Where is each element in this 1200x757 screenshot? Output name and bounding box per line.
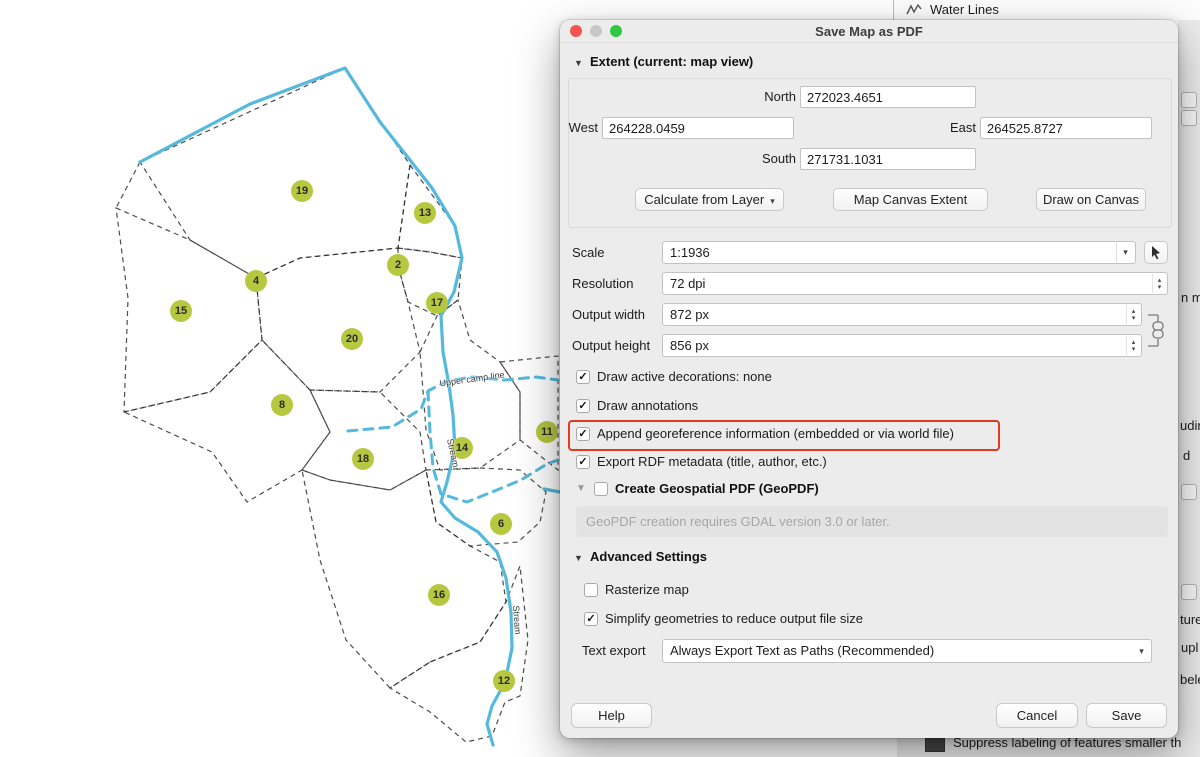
geopdf-collapse-triangle-icon[interactable]: ▼ xyxy=(576,483,586,494)
output-width-value: 872 px xyxy=(670,304,709,325)
map-stream-label: Stream xyxy=(511,605,523,635)
map-marker: 16 xyxy=(428,584,450,606)
collapse-triangle-icon[interactable]: ▼ xyxy=(574,553,583,563)
export-rdf-label: Export RDF metadata (title, author, etc.… xyxy=(597,454,827,469)
parcel-boundaries xyxy=(116,68,558,742)
screen: { "window": { "title": "Save Map as PDF"… xyxy=(0,0,1200,757)
help-button[interactable]: Help xyxy=(571,703,652,728)
output-width-spinner[interactable]: 872 px ▴▾ xyxy=(662,303,1142,326)
create-geopdf-checkbox[interactable] xyxy=(594,482,608,496)
append-georeference-checkbox[interactable]: ✓ xyxy=(576,427,590,441)
water-lines xyxy=(140,68,560,745)
west-input[interactable] xyxy=(602,117,794,139)
map-marker: 17 xyxy=(426,292,448,314)
set-scale-from-map-button[interactable] xyxy=(1144,241,1168,264)
advanced-settings-header[interactable]: Advanced Settings xyxy=(590,549,707,564)
draw-on-canvas-label: Draw on Canvas xyxy=(1043,192,1139,207)
panel-button-fragment xyxy=(1181,92,1197,108)
spinner-arrows[interactable]: ▴▾ xyxy=(1126,336,1140,355)
panel-button-fragment xyxy=(1181,110,1197,126)
simplify-geometries-checkbox[interactable]: ✓ xyxy=(584,612,598,626)
spin-up-icon[interactable]: ▴ xyxy=(1158,277,1162,284)
map-canvas-extent-label: Map Canvas Extent xyxy=(854,192,967,207)
map-cursor-icon xyxy=(1149,245,1163,260)
spinner-arrows[interactable]: ▴▾ xyxy=(1126,305,1140,324)
spin-down-icon[interactable]: ▾ xyxy=(1132,315,1136,322)
north-input[interactable] xyxy=(800,86,976,108)
scale-label: Scale xyxy=(572,242,605,264)
extent-header[interactable]: Extent (current: map view) xyxy=(590,54,753,69)
chevron-down-icon: ▾ xyxy=(770,196,775,206)
east-label: East xyxy=(944,117,976,139)
spin-down-icon[interactable]: ▾ xyxy=(1158,284,1162,291)
dialog-title: Save Map as PDF xyxy=(560,24,1178,39)
map-marker: 2 xyxy=(387,254,409,276)
resolution-value: 72 dpi xyxy=(670,273,705,294)
lock-aspect-ratio-icon[interactable] xyxy=(1146,309,1168,351)
cancel-button[interactable]: Cancel xyxy=(996,703,1078,728)
simplify-geometries-label: Simplify geometries to reduce output fil… xyxy=(605,611,863,626)
map-marker: 6 xyxy=(490,513,512,535)
text-export-value: Always Export Text as Paths (Recommended… xyxy=(670,640,934,662)
save-button[interactable]: Save xyxy=(1086,703,1167,728)
chevron-down-icon[interactable]: ▾ xyxy=(1116,243,1134,262)
spin-down-icon[interactable]: ▾ xyxy=(1132,346,1136,353)
resolution-spinner[interactable]: 72 dpi ▴▾ xyxy=(662,272,1168,295)
scale-value: 1:1936 xyxy=(670,242,710,263)
spin-up-icon[interactable]: ▴ xyxy=(1132,308,1136,315)
map-marker: 18 xyxy=(352,448,374,470)
spinner-arrows[interactable]: ▴▾ xyxy=(1152,274,1166,293)
chevron-down-icon: ▾ xyxy=(1133,641,1150,661)
help-label: Help xyxy=(598,708,625,723)
resolution-label: Resolution xyxy=(572,273,633,295)
map-marker: 13 xyxy=(414,202,436,224)
output-height-spinner[interactable]: 856 px ▴▾ xyxy=(662,334,1142,357)
save-label: Save xyxy=(1112,708,1142,723)
east-input[interactable] xyxy=(980,117,1152,139)
south-input[interactable] xyxy=(800,148,976,170)
draw-decorations-label: Draw active decorations: none xyxy=(597,369,772,384)
map-marker: 15 xyxy=(170,300,192,322)
layer-label[interactable]: Water Lines xyxy=(930,2,999,17)
map-marker: 11 xyxy=(536,421,558,443)
calculate-from-layer-label: Calculate from Layer xyxy=(644,192,764,207)
west-label: West xyxy=(568,117,598,139)
calculate-from-layer-button[interactable]: Calculate from Layer ▾ xyxy=(635,188,784,211)
rasterize-map-checkbox[interactable] xyxy=(584,583,598,597)
save-map-as-pdf-dialog: Save Map as PDF ▼ Extent (current: map v… xyxy=(560,20,1178,738)
append-georeference-label: Append georeference information (embedde… xyxy=(597,426,954,441)
output-height-label: Output height xyxy=(572,335,650,357)
panel-button-fragment xyxy=(1181,484,1197,500)
cancel-label: Cancel xyxy=(1017,708,1057,723)
output-height-value: 856 px xyxy=(670,335,709,356)
spin-up-icon[interactable]: ▴ xyxy=(1132,339,1136,346)
map-marker: 8 xyxy=(271,394,293,416)
layers-panel-fragment: Water Lines xyxy=(893,0,1200,21)
geopdf-note: GeoPDF creation requires GDAL version 3.… xyxy=(576,506,1168,537)
south-label: South xyxy=(710,148,796,170)
dialog-titlebar[interactable]: Save Map as PDF xyxy=(560,20,1178,43)
output-width-label: Output width xyxy=(572,304,645,326)
draw-annotations-label: Draw annotations xyxy=(597,398,698,413)
map-marker: 4 xyxy=(245,270,267,292)
draw-decorations-checkbox[interactable]: ✓ xyxy=(576,370,590,384)
draw-annotations-checkbox[interactable]: ✓ xyxy=(576,399,590,413)
styling-panel-fragment xyxy=(1178,20,1200,757)
draw-on-canvas-button[interactable]: Draw on Canvas xyxy=(1036,188,1146,211)
north-label: North xyxy=(710,86,796,108)
map-canvas-extent-button[interactable]: Map Canvas Extent xyxy=(833,188,988,211)
map-marker: 20 xyxy=(341,328,363,350)
create-geopdf-label: Create Geospatial PDF (GeoPDF) xyxy=(615,481,819,496)
map-marker: 19 xyxy=(291,180,313,202)
rasterize-map-label: Rasterize map xyxy=(605,582,689,597)
text-export-dropdown[interactable]: Always Export Text as Paths (Recommended… xyxy=(662,639,1152,663)
export-rdf-checkbox[interactable]: ✓ xyxy=(576,455,590,469)
collapse-triangle-icon[interactable]: ▼ xyxy=(574,58,583,68)
map-marker: 12 xyxy=(493,670,515,692)
text-export-label: Text export xyxy=(582,640,646,662)
scale-combobox[interactable]: 1:1936 ▾ xyxy=(662,241,1136,264)
panel-button-fragment xyxy=(1181,584,1197,600)
